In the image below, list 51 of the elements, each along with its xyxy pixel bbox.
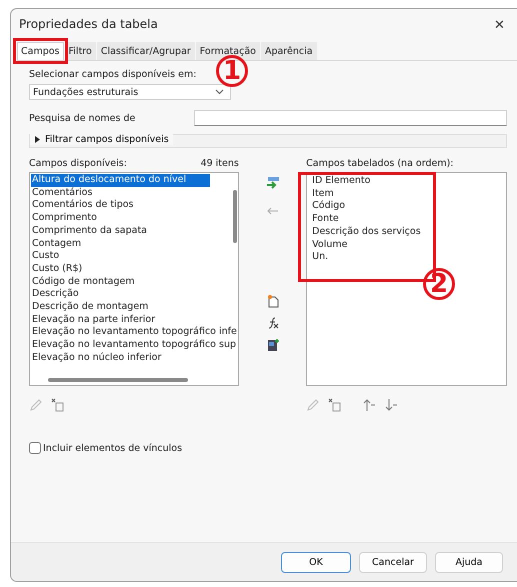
scrollbar-thumb[interactable] xyxy=(233,190,237,243)
scrollbar-thumb[interactable] xyxy=(48,378,188,382)
list-item[interactable]: Descrição de montagem xyxy=(31,301,237,314)
include-links-checkbox[interactable]: Incluir elementos de vínculos xyxy=(29,442,507,454)
list-item[interactable]: Descrição dos serviços xyxy=(311,226,502,239)
list-item[interactable]: Código xyxy=(311,200,502,214)
list-item[interactable]: Comentários xyxy=(31,186,237,200)
category-dropdown[interactable]: Fundações estruturais xyxy=(29,84,231,100)
list-item[interactable]: Un. xyxy=(311,251,502,264)
dialog-button[interactable]: OK xyxy=(281,552,351,572)
list-label: Campos disponíveis: xyxy=(29,158,127,171)
expand-triangle-icon xyxy=(34,136,40,143)
tab[interactable]: Aparência xyxy=(260,42,317,60)
list-item[interactable]: Fonte xyxy=(311,213,502,226)
list-item[interactable]: Altura do deslocamento do nível xyxy=(31,174,210,187)
close-button[interactable]: ✕ xyxy=(490,16,509,32)
list-item[interactable]: Custo (R$) xyxy=(31,262,237,276)
list-item[interactable]: Código de montagem xyxy=(31,276,237,288)
filter-expander[interactable]: Filtrar campos disponíveis xyxy=(30,134,173,145)
move-down-icon[interactable] xyxy=(384,398,398,412)
list-item[interactable]: Contagem xyxy=(31,238,237,250)
list-item[interactable]: Comprimento xyxy=(31,212,237,225)
move-up-icon[interactable] xyxy=(362,398,376,412)
list-label: Campos tabelados (na ordem): xyxy=(306,158,454,171)
field-label: Pesquisa de nomes de xyxy=(29,112,136,124)
new-parameter-icon[interactable] xyxy=(266,294,280,308)
list-item[interactable]: Comprimento da sapata xyxy=(31,224,237,238)
chevron-icon xyxy=(215,89,224,95)
list-item[interactable]: Comentários de tipos xyxy=(31,199,237,212)
list-item[interactable]: Descrição xyxy=(31,288,237,302)
list-item[interactable]: Elevação na parte inferior xyxy=(31,314,237,326)
list-item[interactable]: Item xyxy=(311,188,502,200)
list-item[interactable]: Elevação no levantamento topográfico sup xyxy=(31,339,237,352)
tab[interactable]: Classificar/Agrupar xyxy=(96,42,195,60)
numbered-marker: 1 xyxy=(216,55,248,87)
delete-field-icon[interactable] xyxy=(328,398,342,412)
dialog-button[interactable]: Cancelar xyxy=(359,552,427,572)
search-field[interactable] xyxy=(194,110,507,126)
window-title: Propriedades da tabela xyxy=(19,17,158,31)
list-item[interactable]: Custo xyxy=(31,250,237,263)
dialog-button[interactable]: Ajuda xyxy=(435,552,503,572)
list-item[interactable]: Volume xyxy=(311,238,502,252)
list-item[interactable]: Elevação no levantamento topográfico infe xyxy=(31,326,237,340)
list-item[interactable]: Elevação no núcleo inferior xyxy=(31,352,237,365)
delete-field-icon[interactable] xyxy=(51,398,65,412)
field-label: Selecionar campos disponíveis em: xyxy=(29,69,196,80)
list-item[interactable]: ID Elemento xyxy=(311,175,502,188)
item-count: 49 itens xyxy=(200,158,239,171)
tab[interactable]: Formatação xyxy=(196,42,260,60)
add-field-icon[interactable] xyxy=(266,176,280,190)
combine-parameters-icon[interactable] xyxy=(266,338,280,352)
